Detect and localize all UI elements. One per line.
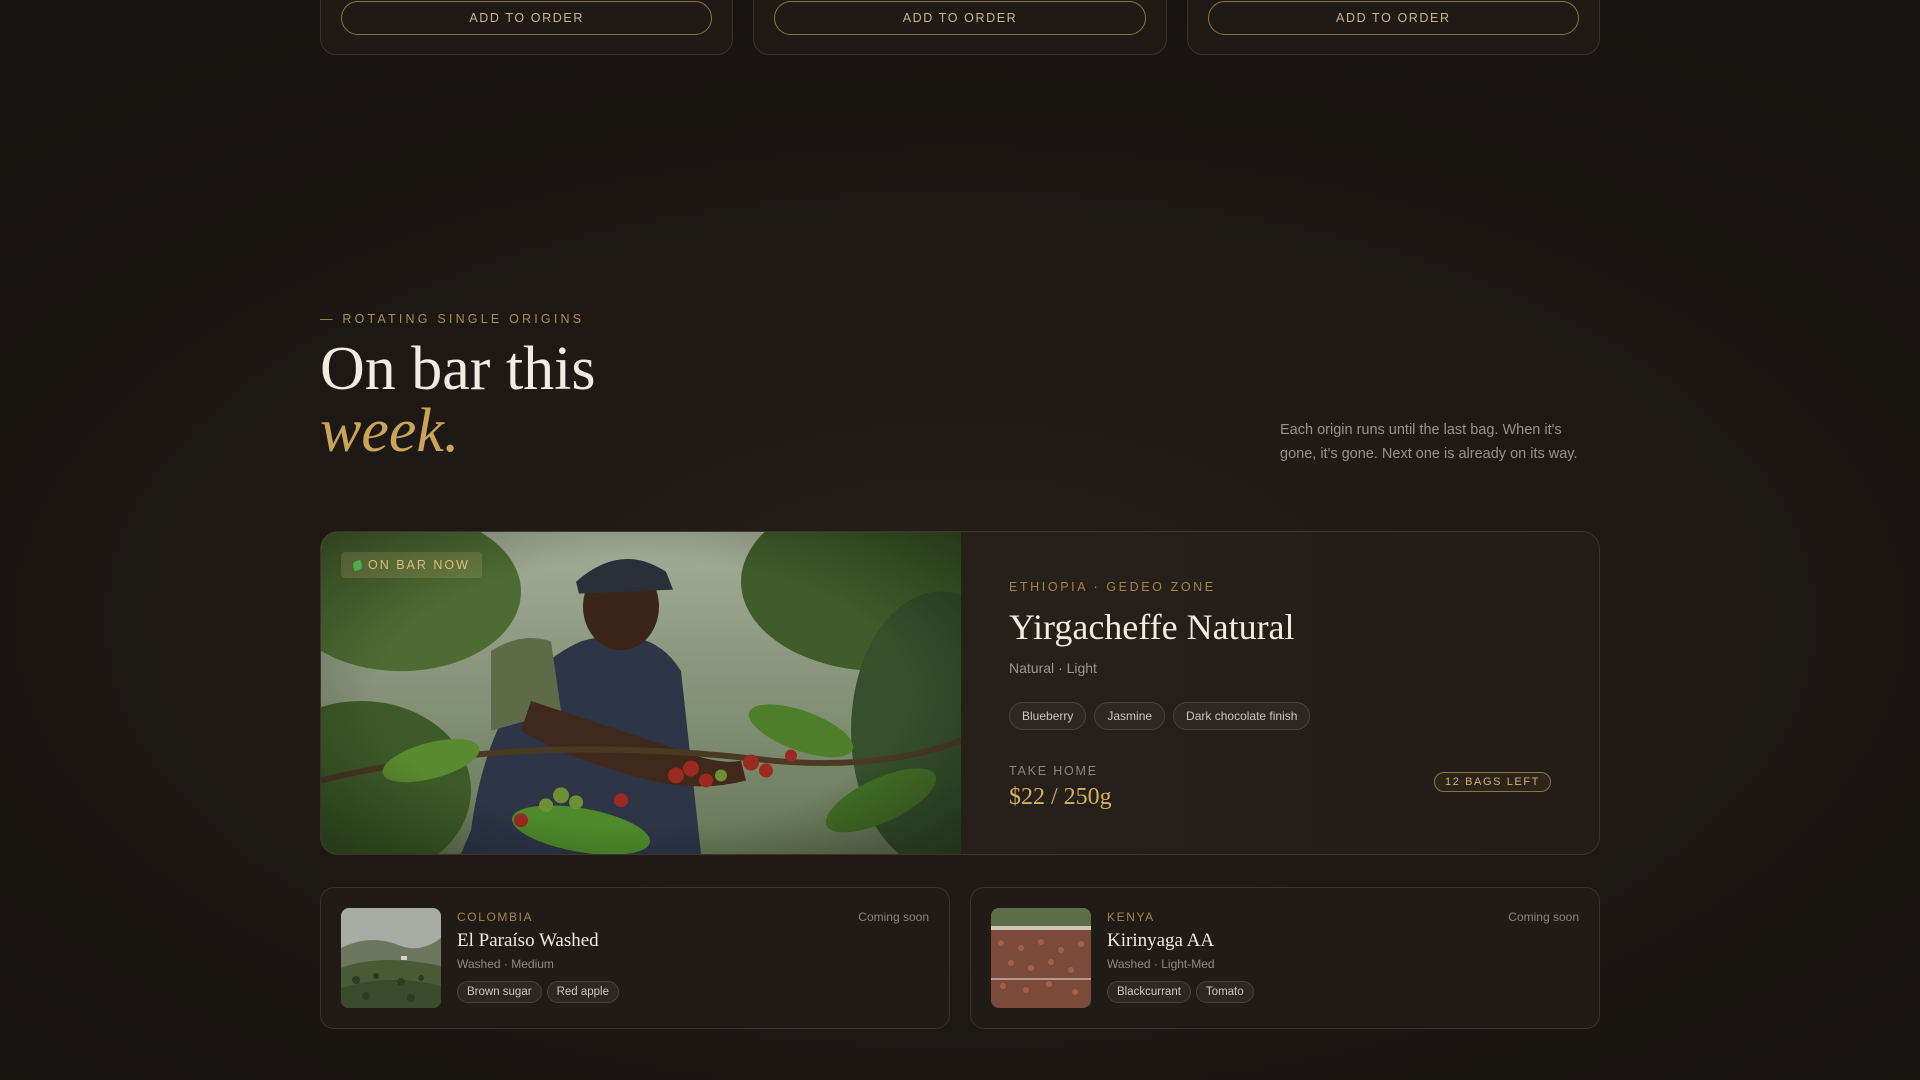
tasting-notes: Blackcurrant Tomato	[1107, 981, 1254, 1003]
add-to-order-button[interactable]: ADD TO ORDER	[1207, 1, 1579, 35]
status-label: Coming soon	[1508, 910, 1579, 924]
heading-line-1: On bar this	[320, 335, 596, 403]
product-card: ADD TO ORDER	[1186, 0, 1600, 55]
stock-badge: 12 BAGS LEFT	[1433, 772, 1551, 792]
tasting-note-tag: Tomato	[1195, 981, 1254, 1003]
tasting-note-tag: Blueberry	[1009, 702, 1087, 730]
tasting-note-tag: Blackcurrant	[1107, 981, 1191, 1003]
section-intro: Each origin runs until the last bag. Whe…	[1280, 422, 1578, 462]
tasting-note-tag: Red apple	[546, 981, 619, 1003]
leaf-icon	[351, 559, 364, 571]
featured-name: Yirgacheffe Natural	[1009, 607, 1295, 647]
upcoming-origin-card[interactable]: KENYA Kirinyaga AA Washed · Light-Med Bl…	[970, 887, 1600, 1029]
kenya-thumbnail	[991, 908, 1091, 1008]
featured-process: Natural · Light	[1009, 660, 1097, 676]
upcoming-origin: KENYA	[1107, 910, 1155, 924]
section-eyebrow: — ROTATING SINGLE ORIGINS	[320, 312, 585, 326]
on-bar-now-badge: ON BAR NOW	[341, 552, 482, 578]
featured-photo: ON BAR NOW	[321, 532, 961, 854]
status-label: Coming soon	[858, 910, 929, 924]
tasting-note-tag: Dark chocolate finish	[1173, 702, 1311, 730]
upcoming-process: Washed · Light-Med	[1107, 957, 1215, 971]
add-to-order-button[interactable]: ADD TO ORDER	[774, 1, 1146, 35]
tasting-note-tag: Brown sugar	[457, 981, 542, 1003]
product-card: ADD TO ORDER	[320, 0, 734, 55]
featured-origin-card[interactable]: ON BAR NOW ETHIOPIA · GEDEO ZONE Yirgach…	[320, 531, 1600, 855]
tasting-notes: Brown sugar Red apple	[457, 981, 619, 1003]
add-to-order-button[interactable]: ADD TO ORDER	[341, 1, 713, 35]
upcoming-process: Washed · Medium	[457, 957, 554, 971]
featured-details: ETHIOPIA · GEDEO ZONE Yirgacheffe Natura…	[961, 532, 1599, 854]
upcoming-origin-card[interactable]: COLOMBIA El Paraíso Washed Washed · Medi…	[320, 887, 950, 1029]
tasting-note-tag: Jasmine	[1094, 702, 1166, 730]
colombia-thumbnail	[341, 908, 441, 1008]
heading-line-2: week.	[320, 397, 460, 465]
coffee-farmer-image	[321, 532, 961, 854]
upcoming-name: El Paraíso Washed	[457, 930, 599, 951]
upcoming-details: KENYA Kirinyaga AA Washed · Light-Med Bl…	[1107, 908, 1254, 1008]
upcoming-origin: COLOMBIA	[457, 910, 534, 924]
product-card: ADD TO ORDER	[753, 0, 1167, 55]
section-heading: On bar this week.	[320, 338, 596, 462]
tasting-notes: Blueberry Jasmine Dark chocolate finish	[1009, 702, 1551, 730]
upcoming-origins: COLOMBIA El Paraíso Washed Washed · Medi…	[320, 887, 1600, 1029]
upcoming-details: COLOMBIA El Paraíso Washed Washed · Medi…	[457, 908, 619, 1008]
featured-origin: ETHIOPIA · GEDEO ZONE	[1009, 580, 1216, 594]
badge-label: ON BAR NOW	[368, 558, 470, 572]
upcoming-name: Kirinyaga AA	[1107, 930, 1215, 951]
product-cards-row: ADD TO ORDER ADD TO ORDER ADD TO ORDER	[320, 0, 1600, 55]
